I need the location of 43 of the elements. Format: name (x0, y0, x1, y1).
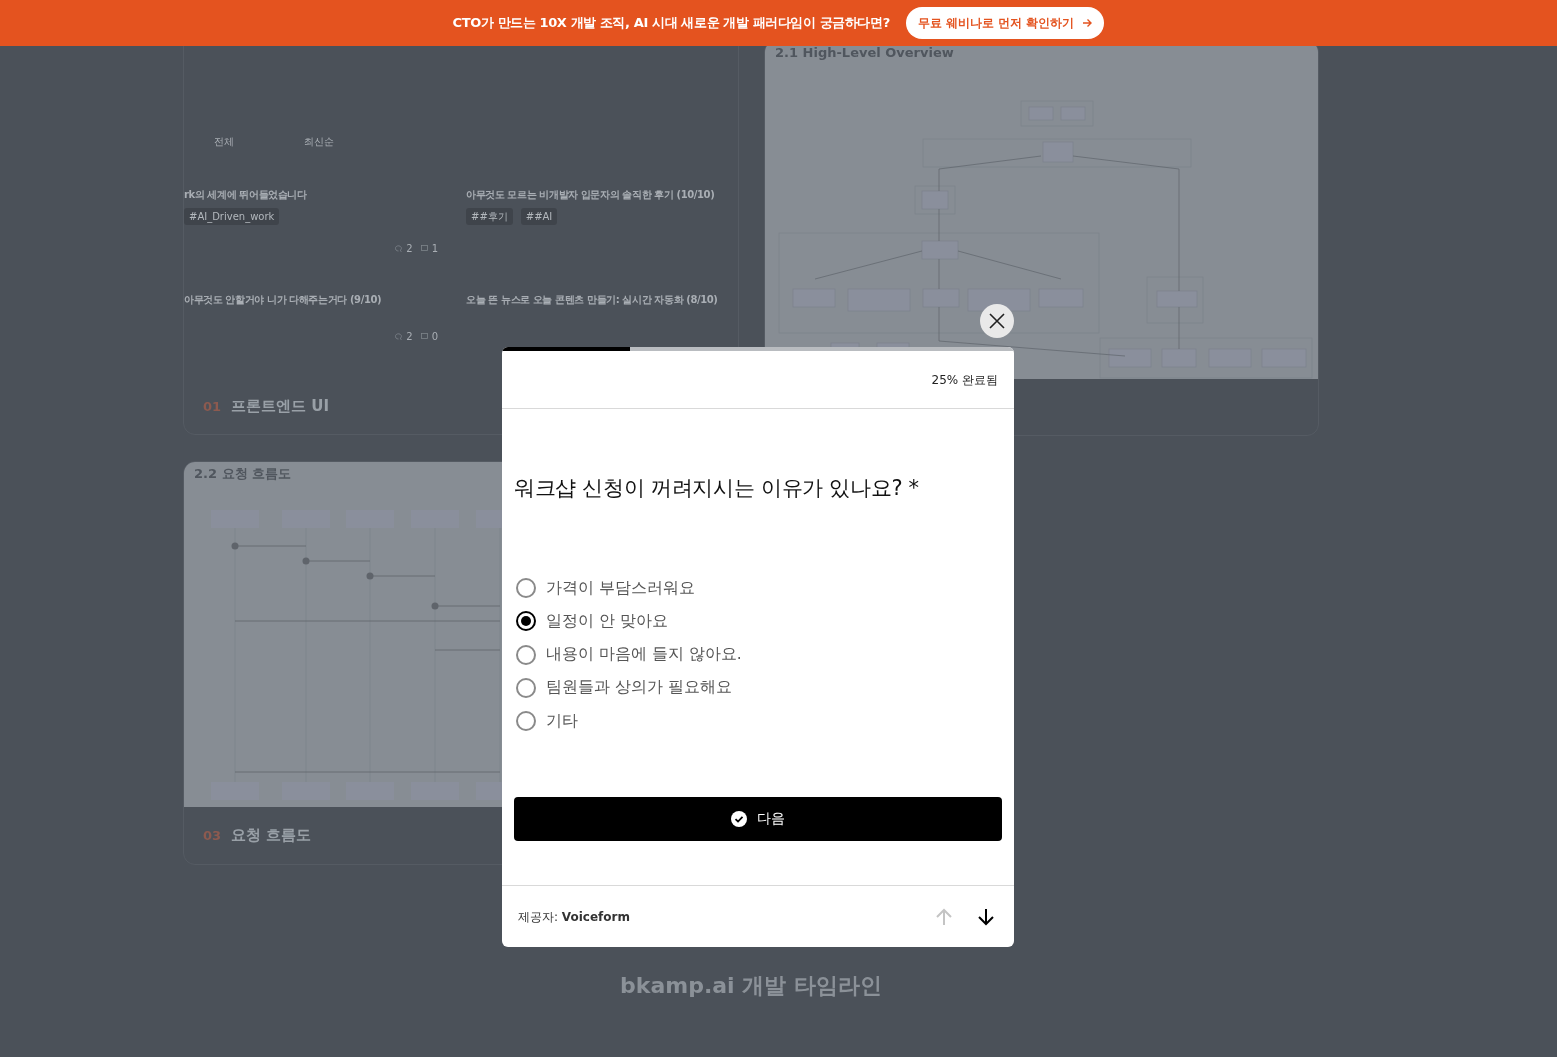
webinar-button[interactable]: 무료 웨비나로 먼저 확인하기 (905, 7, 1105, 39)
arrow-icon (1082, 18, 1093, 28)
filter-option[interactable]: 최신순 (304, 134, 334, 149)
post-title[interactable]: rk의 세계에 뛰어들었습니다 (184, 187, 307, 202)
section-title: 요청 흐름도 (231, 825, 312, 847)
post-title[interactable]: 아무것도 안할거야 니가 다해주는거다 (9/10) (184, 292, 382, 307)
section-heading: bkamp.ai 개발 타임라인 (619, 972, 883, 1000)
radio-button[interactable] (516, 644, 536, 665)
radio-option[interactable]: 팀원들과 상의가 필요해요 (514, 674, 1002, 702)
count: 2 (406, 242, 413, 256)
next-button[interactable]: 다음 (514, 796, 1002, 841)
tag: ##AI (520, 208, 558, 225)
section-number: 03 (203, 826, 222, 845)
progress-text: 25% 완료됨 (931, 371, 998, 389)
filter-option[interactable]: 전체 (214, 134, 234, 149)
tag: #AI_Driven_work (184, 208, 280, 225)
provider-text: 제공자: Voiceform (518, 908, 630, 926)
count: 2 (406, 330, 413, 344)
radio-button[interactable] (516, 611, 536, 632)
radio-button[interactable] (516, 711, 536, 732)
question-text: 워크샵 신청이 꺼려지시는 이유가 있나요? * (514, 475, 920, 502)
check-icon (731, 810, 747, 827)
radio-option[interactable]: 가격이 부담스러워요 (514, 574, 1002, 602)
reply-icon (420, 245, 428, 252)
comment-icon (395, 245, 403, 252)
radio-button[interactable] (516, 578, 536, 599)
section-number: 01 (203, 397, 222, 416)
close-icon (989, 313, 1005, 329)
banner-text: CTO가 만드는 10X 개발 조직, AI 시대 새로운 개발 패러다임이 궁금하다면? (452, 14, 890, 33)
up-arrow-icon (934, 906, 954, 927)
post-title[interactable]: 아무것도 모르는 비개발자 입문자의 솔직한 후기 (10/10) (466, 187, 715, 202)
reply-icon (420, 333, 428, 340)
count: 1 (431, 242, 438, 256)
post-title[interactable]: 오늘 뜬 뉴스로 오늘 콘텐츠 만들기: 실시간 자동화 (8/10) (466, 292, 718, 307)
tag: ##후기 (466, 208, 513, 225)
section-title: 프론트엔드 UI (231, 396, 330, 418)
down-arrow-icon (976, 906, 996, 927)
radio-option[interactable]: 일정이 안 맞아요 (514, 607, 1002, 635)
radio-option[interactable]: 기타 (514, 707, 1002, 735)
radio-button[interactable] (516, 677, 536, 698)
comment-icon (395, 333, 403, 340)
radio-option[interactable]: 내용이 마음에 들지 않아요. (514, 641, 1002, 669)
count: 0 (431, 330, 438, 344)
